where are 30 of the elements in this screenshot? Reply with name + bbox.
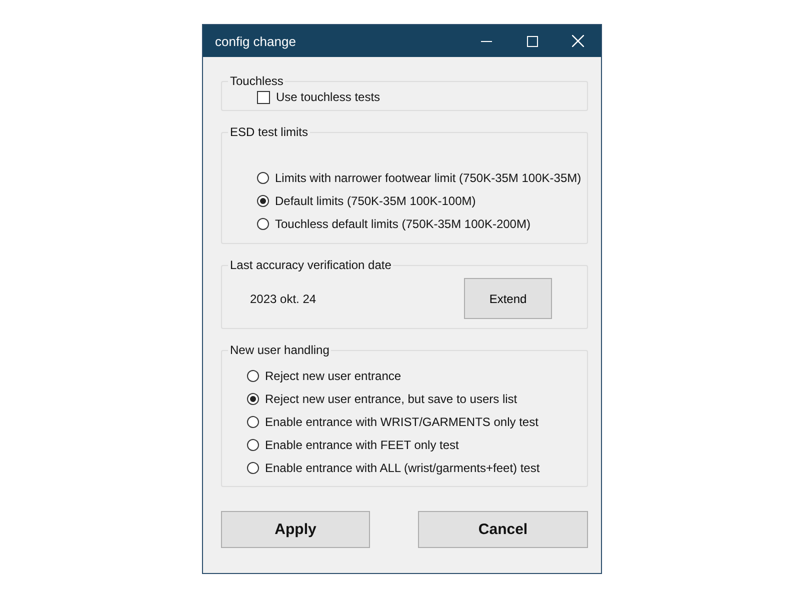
apply-button[interactable]: Apply <box>221 511 370 548</box>
checkbox-label: Use touchless tests <box>276 90 380 104</box>
radio-button[interactable] <box>257 195 269 207</box>
radio-label: Reject new user entrance <box>265 369 402 383</box>
radio-button[interactable] <box>247 393 259 405</box>
radio-button[interactable] <box>257 172 269 184</box>
radio-button[interactable] <box>247 370 259 382</box>
group-title: Last accuracy verification date <box>229 258 392 272</box>
radio-button[interactable] <box>257 218 269 230</box>
window-title: config change <box>215 34 297 48</box>
radio-label: Reject new user entrance, but save to users list <box>265 392 518 406</box>
radio-button[interactable] <box>247 462 259 474</box>
radio-label: Limits with narrower footwear limit (750K-35M 100K-35M) <box>275 171 582 185</box>
date-text: 2023 okt. 24 <box>250 292 316 306</box>
close-icon[interactable] <box>572 35 584 47</box>
group-title: ESD test limits <box>229 125 310 139</box>
radio-button[interactable] <box>247 416 259 428</box>
radio-label: Default limits (750K-35M 100K-100M) <box>275 194 476 208</box>
radio-label: Touchless default limits (750K-35M 100K-200M) <box>275 217 530 231</box>
group-title: Touchless <box>229 74 284 88</box>
cancel-button[interactable]: Cancel <box>418 511 588 548</box>
radio-label: Enable entrance with ALL (wrist/garments+feet) test <box>265 461 540 475</box>
radio-button[interactable] <box>247 439 259 451</box>
radio-label: Enable entrance with FEET only test <box>265 438 459 452</box>
group-title: New user handling <box>229 343 330 357</box>
minimize-icon[interactable] <box>480 40 492 42</box>
radio-label: Enable entrance with WRIST/GARMENTS only test <box>265 415 538 429</box>
checkbox[interactable] <box>257 90 270 104</box>
extend-button[interactable]: Extend <box>464 278 552 319</box>
maximize-icon[interactable] <box>526 36 538 46</box>
